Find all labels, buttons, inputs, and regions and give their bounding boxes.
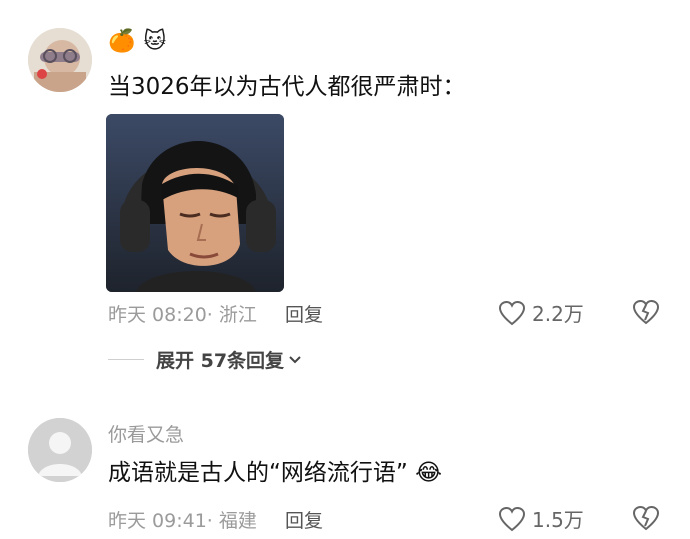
broken-heart-icon: [632, 299, 660, 325]
reply-button[interactable]: 回复: [285, 304, 323, 326]
username[interactable]: 你看又急: [108, 420, 184, 447]
comment-meta: 昨天 08:20· 浙江 回复: [108, 304, 323, 326]
avatar[interactable]: [28, 418, 92, 482]
laughing-emoji-icon: 😂: [415, 460, 443, 486]
comment-text: 成语就是古人的“网络流行语” 😂: [108, 458, 442, 488]
comment-item: 🍊 🐱 当3026年以为古代人都很严肃时： 昨天 08:20· 浙江 回复 2.…: [0, 0, 690, 400]
divider: [108, 359, 144, 360]
like-count: 2.2万: [532, 302, 584, 326]
comment-item: 你看又急 成语就是古人的“网络流行语” 😂 昨天 09:41· 福建 回复 1.…: [0, 400, 690, 539]
comment-time: 昨天 09:41: [108, 510, 207, 532]
heart-icon: [498, 506, 526, 531]
comment-image[interactable]: [106, 114, 284, 292]
dislike-button[interactable]: [632, 504, 660, 532]
orange-emoji-icon: 🍊: [108, 29, 136, 54]
chevron-down-icon: [289, 355, 301, 363]
cat-emoji-icon: 🐱: [143, 29, 167, 54]
reply-button[interactable]: 回复: [285, 510, 323, 532]
dislike-button[interactable]: [632, 298, 660, 326]
heart-icon: [498, 300, 526, 325]
expand-replies-label: 展开 57条回复: [156, 350, 285, 372]
avatar[interactable]: [28, 28, 92, 92]
comment-meta: 昨天 09:41· 福建 回复: [108, 510, 323, 532]
expand-replies-button[interactable]: 展开 57条回复: [108, 346, 302, 373]
user-badges: 🍊 🐱: [108, 28, 166, 56]
like-count: 1.5万: [532, 508, 584, 532]
broken-heart-icon: [632, 505, 660, 531]
comment-location: 福建: [218, 510, 257, 532]
like-button[interactable]: 1.5万: [498, 504, 584, 533]
comment-text-body: 成语就是古人的“网络流行语”: [108, 460, 408, 486]
comment-location: 浙江: [218, 304, 257, 326]
comment-time: 昨天 08:20: [108, 304, 207, 326]
like-button[interactable]: 2.2万: [498, 298, 584, 327]
comment-text: 当3026年以为古代人都很严肃时：: [108, 74, 466, 100]
